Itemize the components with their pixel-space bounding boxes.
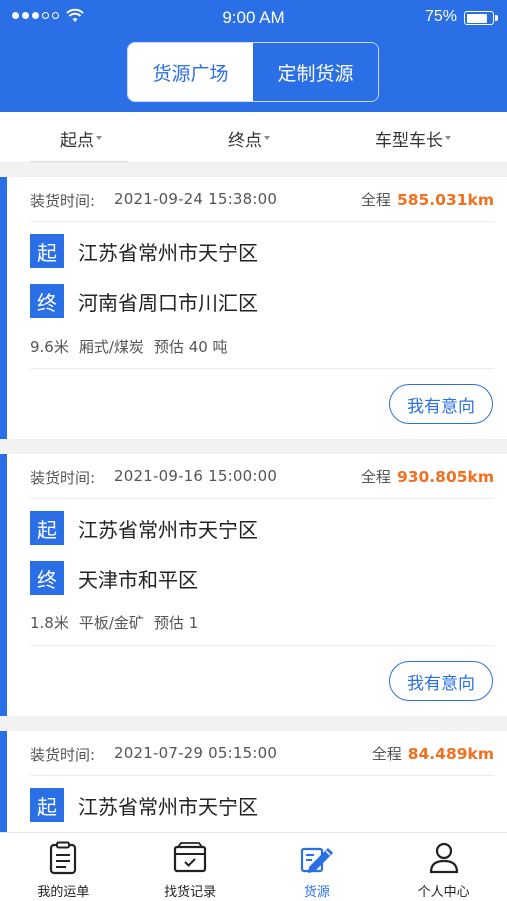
destination-tag: 终 — [30, 284, 64, 318]
cargo-record-icon — [174, 842, 207, 873]
estimate: 预估 1 — [153, 614, 199, 632]
cargo-card[interactable]: 装货时间: 2021-07-29 05:15:00 全程 84.489km 起 江… — [0, 731, 507, 832]
cargo-spec: 9.6米 厢式/煤炭 预估 40 吨 — [30, 336, 238, 357]
origin-place: 江苏省常州市天宁区 — [78, 240, 258, 265]
origin-place: 江苏省常州市天宁区 — [78, 517, 258, 542]
tab-label: 货源 — [303, 885, 330, 900]
load-time-value: 2021-09-24 15:38:00 — [114, 190, 278, 208]
destination-place: 天津市和平区 — [78, 567, 198, 592]
cargo-source-icon — [300, 847, 333, 873]
distance-label: 全程 — [371, 745, 402, 763]
filter-bar: 起点 终点 车型车长 — [0, 112, 507, 163]
tab-search-record[interactable]: 找货记录 — [127, 833, 254, 901]
distance-value: 930.805km — [396, 468, 494, 486]
filter-destination-label: 终点 — [228, 131, 262, 151]
tab-my-waybill[interactable]: 我的运单 — [0, 833, 127, 901]
caret-down-icon — [445, 136, 451, 140]
card-time-row: 装货时间: 2021-09-24 15:38:00 全程 585.031km — [30, 177, 494, 222]
distance: 全程 930.805km — [361, 466, 494, 487]
distance-value: 585.031km — [396, 191, 494, 209]
origin-row: 起 江苏省常州市天宁区 — [30, 511, 258, 545]
intent-button[interactable]: 我有意向 — [389, 661, 493, 701]
load-time-label: 装货时间: — [30, 469, 96, 487]
cargo-card[interactable]: 装货时间: 2021-09-16 15:00:00 全程 930.805km 起 … — [0, 454, 507, 716]
load-time-label: 装货时间: — [30, 192, 96, 210]
origin-row: 起 江苏省常州市天宁区 — [30, 788, 258, 822]
filter-vehicle[interactable]: 车型车长 — [375, 126, 451, 151]
cargo-card[interactable]: 装货时间: 2021-09-24 15:38:00 全程 585.031km 起 … — [0, 177, 507, 439]
distance-label: 全程 — [360, 191, 391, 209]
estimate: 预估 40 吨 — [153, 338, 228, 356]
battery-icon — [464, 11, 498, 25]
origin-tag: 起 — [30, 788, 64, 822]
bottom-tab-bar: 我的运单 找货记录 货源 个人中心 — [0, 832, 507, 901]
filter-destination[interactable]: 终点 — [228, 126, 270, 151]
battery-percent: 75% — [424, 8, 457, 25]
status-bar: 9:00 AM 75% — [0, 0, 507, 34]
filter-origin[interactable]: 起点 — [60, 126, 102, 151]
load-time-value: 2021-09-16 15:00:00 — [114, 467, 278, 485]
card-accent-bar — [0, 177, 7, 439]
tab-cargo-square[interactable]: 货源广场 — [128, 43, 253, 101]
clipboard-icon — [50, 841, 77, 875]
tab-label: 我的运单 — [37, 885, 90, 900]
origin-row: 起 江苏省常州市天宁区 — [30, 234, 258, 268]
filter-vehicle-label: 车型车长 — [375, 131, 443, 151]
vehicle-length: 9.6米 — [30, 338, 69, 356]
destination-row: 终 天津市和平区 — [30, 561, 198, 595]
tab-label: 个人中心 — [417, 885, 470, 900]
person-icon — [429, 842, 458, 874]
intent-button[interactable]: 我有意向 — [389, 384, 493, 424]
origin-place: 江苏省常州市天宁区 — [78, 794, 258, 819]
destination-place: 河南省周口市川汇区 — [78, 290, 258, 315]
source-segmented-control: 货源广场 定制货源 — [127, 42, 379, 102]
tab-custom-cargo[interactable]: 定制货源 — [253, 43, 378, 101]
divider — [30, 368, 494, 369]
card-accent-bar — [0, 731, 7, 832]
vehicle-type: 厢式/煤炭 — [78, 338, 144, 356]
card-time-row: 装货时间: 2021-09-16 15:00:00 全程 930.805km — [30, 454, 494, 499]
distance-label: 全程 — [360, 468, 391, 486]
card-time-row: 装货时间: 2021-07-29 05:15:00 全程 84.489km — [30, 731, 494, 776]
destination-tag: 终 — [30, 561, 64, 595]
divider — [30, 645, 494, 646]
card-accent-bar — [0, 454, 7, 716]
distance: 全程 585.031km — [361, 189, 494, 210]
caret-down-icon — [264, 136, 270, 140]
vehicle-type: 平板/金矿 — [78, 614, 144, 632]
caret-down-icon — [96, 136, 102, 140]
tab-personal-center[interactable]: 个人中心 — [380, 833, 507, 901]
filter-origin-label: 起点 — [60, 131, 94, 151]
destination-row: 终 河南省周口市川汇区 — [30, 284, 258, 318]
distance-value: 84.489km — [407, 745, 494, 763]
distance: 全程 84.489km — [372, 743, 494, 764]
load-time-value: 2021-07-29 05:15:00 — [114, 744, 278, 762]
tab-cargo-source[interactable]: 货源 — [254, 833, 381, 901]
vehicle-length: 1.8米 — [30, 614, 69, 632]
cargo-spec: 1.8米 平板/金矿 预估 1 — [30, 612, 208, 633]
load-time-label: 装货时间: — [30, 746, 96, 764]
origin-tag: 起 — [30, 511, 64, 545]
tab-label: 找货记录 — [164, 885, 217, 900]
origin-tag: 起 — [30, 234, 64, 268]
filter-active-underline — [30, 161, 128, 162]
